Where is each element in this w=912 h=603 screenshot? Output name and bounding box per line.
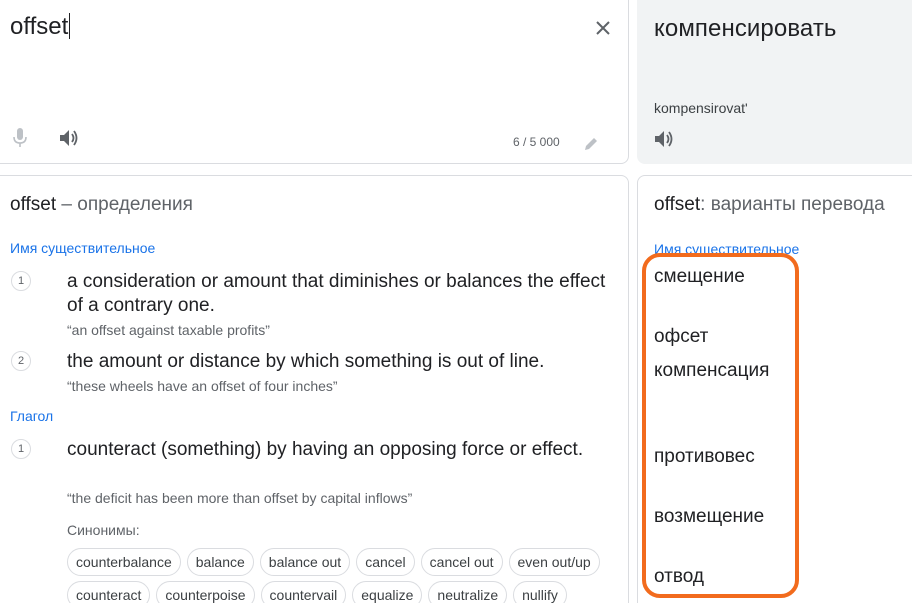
synonym-chip[interactable]: balance — [186, 548, 254, 576]
transliteration: kompensirovat' — [654, 100, 748, 116]
definition-number: 1 — [11, 439, 31, 459]
synonyms-label: Синонимы: — [67, 522, 140, 538]
pos-verb: Глагол — [10, 408, 54, 424]
variant-item[interactable]: отвод — [654, 566, 704, 588]
synonym-chip[interactable]: cancel — [356, 548, 415, 576]
target-panel: компенсировать kompensirovat' — [637, 0, 912, 164]
microphone-icon[interactable] — [13, 128, 27, 148]
clear-button[interactable] — [590, 15, 616, 41]
close-icon — [596, 21, 610, 35]
synonym-chip[interactable]: equalize — [352, 581, 423, 603]
synonym-chip[interactable]: countervail — [260, 581, 347, 603]
variant-item[interactable]: компенсация — [654, 360, 769, 382]
definitions-word: offset — [10, 194, 57, 215]
synonym-chip[interactable]: counterbalance — [67, 548, 181, 576]
synonym-chip[interactable]: counterpoise — [156, 581, 255, 603]
definition-number: 2 — [11, 351, 31, 371]
pencil-icon[interactable] — [583, 136, 599, 152]
speaker-icon[interactable] — [59, 129, 79, 147]
speaker-icon[interactable] — [654, 130, 674, 148]
definition-text: a consideration or amount that diminishe… — [67, 271, 606, 316]
definition-text: counteract (something) by having an oppo… — [67, 439, 584, 460]
definitions-title-suffix: – определения — [56, 194, 193, 215]
definition-example: “these wheels have an offset of four inc… — [67, 378, 338, 394]
synonym-chip[interactable]: balance out — [259, 548, 351, 576]
source-input[interactable]: offset — [10, 13, 70, 41]
synonyms-row: counterbalance balance balance out cance… — [67, 548, 600, 576]
definition-example: “the deficit has been more than offset b… — [67, 490, 413, 506]
definition-number: 1 — [11, 271, 31, 291]
definitions-panel: offset – определения Имя существительное… — [0, 175, 629, 603]
synonym-chip[interactable]: nullify — [513, 581, 567, 603]
variants-pos-noun: Имя существительное — [654, 241, 800, 257]
variants-title-suffix: : варианты перевода — [700, 194, 885, 215]
definition-example: “an offset against taxable profits” — [67, 322, 270, 338]
synonym-chip[interactable]: even out/up — [508, 548, 600, 576]
definitions-title: offset – определения — [10, 194, 193, 216]
synonym-chip[interactable]: counteract — [67, 581, 151, 603]
definition-text: the amount or distance by which somethin… — [67, 351, 545, 372]
variants-word: offset — [654, 194, 701, 215]
variant-item[interactable]: смещение — [654, 266, 745, 288]
synonym-chip[interactable]: cancel out — [420, 548, 503, 576]
variants-panel: offset: варианты перевода Имя существите… — [637, 175, 912, 603]
variant-item[interactable]: возмещение — [654, 506, 764, 528]
variant-item[interactable]: офсет — [654, 326, 708, 348]
char-count: 6 / 5 000 — [513, 135, 560, 149]
synonym-chip[interactable]: neutralize — [428, 581, 508, 603]
source-panel: offset 6 / 5 000 — [0, 0, 629, 164]
synonyms-row: counteract counterpoise countervail equa… — [67, 581, 567, 603]
variants-title: offset: варианты перевода — [654, 194, 885, 216]
pos-noun: Имя существительное — [10, 240, 156, 256]
translation-output: компенсировать — [654, 15, 837, 42]
variant-item[interactable]: противовес — [654, 446, 755, 468]
